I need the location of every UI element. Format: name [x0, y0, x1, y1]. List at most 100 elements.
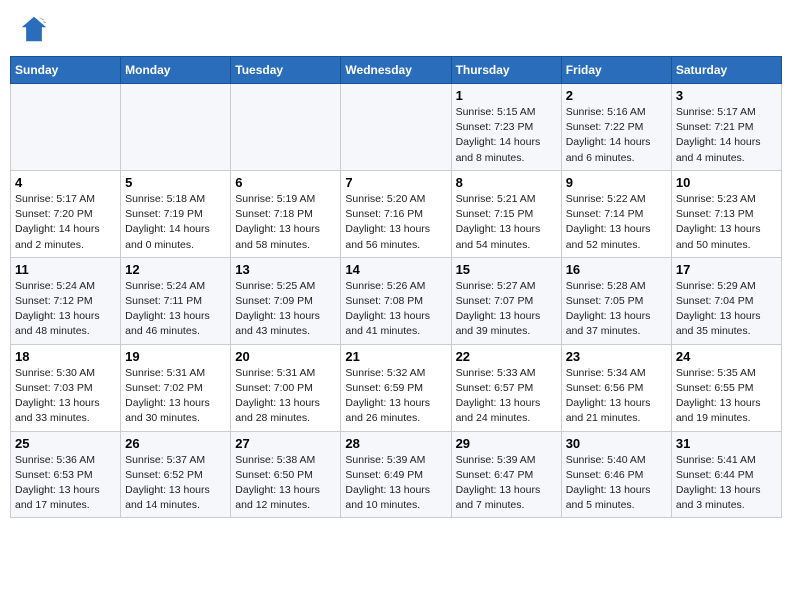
day-number: 1 — [456, 88, 557, 103]
calendar-cell: 13 Sunrise: 5:25 AM Sunset: 7:09 PM Dayli… — [231, 257, 341, 344]
calendar-cell: 29 Sunrise: 5:39 AM Sunset: 6:47 PM Dayli… — [451, 431, 561, 518]
day-info: Sunrise: 5:31 AM Sunset: 7:00 PM Dayligh… — [235, 366, 336, 427]
day-info: Sunrise: 5:28 AM Sunset: 7:05 PM Dayligh… — [566, 279, 667, 340]
day-number: 11 — [15, 262, 116, 277]
calendar-cell: 5 Sunrise: 5:18 AM Sunset: 7:19 PM Daylig… — [121, 170, 231, 257]
calendar-cell: 21Sunrise: 5:32 AM Sunset: 6:59 PM Dayli… — [341, 344, 451, 431]
day-info: Sunrise: 5:38 AM Sunset: 6:50 PM Dayligh… — [235, 453, 336, 514]
weekday-header: Monday — [121, 57, 231, 84]
day-info: Sunrise: 5:23 AM Sunset: 7:13 PM Dayligh… — [676, 192, 777, 253]
day-number: 29 — [456, 436, 557, 451]
day-info: Sunrise: 5:19 AM Sunset: 7:18 PM Dayligh… — [235, 192, 336, 253]
day-info: Sunrise: 5:18 AM Sunset: 7:19 PM Dayligh… — [125, 192, 226, 253]
day-number: 23 — [566, 349, 667, 364]
day-number: 31 — [676, 436, 777, 451]
day-number: 16 — [566, 262, 667, 277]
day-info: Sunrise: 5:21 AM Sunset: 7:15 PM Dayligh… — [456, 192, 557, 253]
logo — [20, 15, 52, 43]
calendar-cell: 17Sunrise: 5:29 AM Sunset: 7:04 PM Dayli… — [671, 257, 781, 344]
calendar-cell: 9Sunrise: 5:22 AM Sunset: 7:14 PM Daylig… — [561, 170, 671, 257]
calendar-cell — [231, 84, 341, 171]
day-info: Sunrise: 5:40 AM Sunset: 6:46 PM Dayligh… — [566, 453, 667, 514]
day-number: 3 — [676, 88, 777, 103]
calendar-cell — [341, 84, 451, 171]
day-info: Sunrise: 5:30 AM Sunset: 7:03 PM Dayligh… — [15, 366, 116, 427]
calendar-cell: 18 Sunrise: 5:30 AM Sunset: 7:03 PM Dayli… — [11, 344, 121, 431]
calendar-cell: 15 Sunrise: 5:27 AM Sunset: 7:07 PM Dayli… — [451, 257, 561, 344]
weekday-header: Friday — [561, 57, 671, 84]
calendar-cell: 6 Sunrise: 5:19 AM Sunset: 7:18 PM Daylig… — [231, 170, 341, 257]
day-info: Sunrise: 5:39 AM Sunset: 6:49 PM Dayligh… — [345, 453, 446, 514]
day-number: 2 — [566, 88, 667, 103]
calendar-cell: 30 Sunrise: 5:40 AM Sunset: 6:46 PM Dayli… — [561, 431, 671, 518]
day-number: 15 — [456, 262, 557, 277]
day-number: 14 — [345, 262, 446, 277]
calendar-week-row: 11 Sunrise: 5:24 AM Sunset: 7:12 PM Dayli… — [11, 257, 782, 344]
day-info: Sunrise: 5:37 AM Sunset: 6:52 PM Dayligh… — [125, 453, 226, 514]
day-number: 9 — [566, 175, 667, 190]
day-number: 6 — [235, 175, 336, 190]
calendar-cell: 31 Sunrise: 5:41 AM Sunset: 6:44 PM Dayli… — [671, 431, 781, 518]
calendar-cell: 10 Sunrise: 5:23 AM Sunset: 7:13 PM Dayli… — [671, 170, 781, 257]
day-number: 20 — [235, 349, 336, 364]
page-header — [10, 10, 782, 48]
weekday-header: Tuesday — [231, 57, 341, 84]
calendar-cell — [121, 84, 231, 171]
day-info: Sunrise: 5:35 AM Sunset: 6:55 PM Dayligh… — [676, 366, 777, 427]
day-info: Sunrise: 5:24 AM Sunset: 7:11 PM Dayligh… — [125, 279, 226, 340]
calendar-week-row: 25 Sunrise: 5:36 AM Sunset: 6:53 PM Dayli… — [11, 431, 782, 518]
day-number: 10 — [676, 175, 777, 190]
day-info: Sunrise: 5:27 AM Sunset: 7:07 PM Dayligh… — [456, 279, 557, 340]
calendar-cell: 12 Sunrise: 5:24 AM Sunset: 7:11 PM Dayli… — [121, 257, 231, 344]
day-info: Sunrise: 5:34 AM Sunset: 6:56 PM Dayligh… — [566, 366, 667, 427]
calendar-cell: 7Sunrise: 5:20 AM Sunset: 7:16 PM Daylig… — [341, 170, 451, 257]
day-info: Sunrise: 5:24 AM Sunset: 7:12 PM Dayligh… — [15, 279, 116, 340]
calendar-cell: 3 Sunrise: 5:17 AM Sunset: 7:21 PM Daylig… — [671, 84, 781, 171]
day-number: 24 — [676, 349, 777, 364]
day-number: 5 — [125, 175, 226, 190]
day-info: Sunrise: 5:39 AM Sunset: 6:47 PM Dayligh… — [456, 453, 557, 514]
day-number: 19 — [125, 349, 226, 364]
day-info: Sunrise: 5:41 AM Sunset: 6:44 PM Dayligh… — [676, 453, 777, 514]
calendar-cell: 24 Sunrise: 5:35 AM Sunset: 6:55 PM Dayli… — [671, 344, 781, 431]
calendar-week-row: 4 Sunrise: 5:17 AM Sunset: 7:20 PM Daylig… — [11, 170, 782, 257]
calendar-cell: 28 Sunrise: 5:39 AM Sunset: 6:49 PM Dayli… — [341, 431, 451, 518]
day-info: Sunrise: 5:31 AM Sunset: 7:02 PM Dayligh… — [125, 366, 226, 427]
calendar-week-row: 1Sunrise: 5:15 AM Sunset: 7:23 PM Daylig… — [11, 84, 782, 171]
calendar-cell: 4 Sunrise: 5:17 AM Sunset: 7:20 PM Daylig… — [11, 170, 121, 257]
logo-icon — [20, 15, 48, 43]
day-number: 27 — [235, 436, 336, 451]
day-number: 12 — [125, 262, 226, 277]
calendar-cell: 11 Sunrise: 5:24 AM Sunset: 7:12 PM Dayli… — [11, 257, 121, 344]
calendar-cell: 16 Sunrise: 5:28 AM Sunset: 7:05 PM Dayli… — [561, 257, 671, 344]
day-info: Sunrise: 5:17 AM Sunset: 7:20 PM Dayligh… — [15, 192, 116, 253]
day-number: 30 — [566, 436, 667, 451]
calendar-cell: 20 Sunrise: 5:31 AM Sunset: 7:00 PM Dayli… — [231, 344, 341, 431]
day-info: Sunrise: 5:26 AM Sunset: 7:08 PM Dayligh… — [345, 279, 446, 340]
day-info: Sunrise: 5:36 AM Sunset: 6:53 PM Dayligh… — [15, 453, 116, 514]
day-number: 13 — [235, 262, 336, 277]
calendar-cell: 8 Sunrise: 5:21 AM Sunset: 7:15 PM Daylig… — [451, 170, 561, 257]
calendar-cell: 27 Sunrise: 5:38 AM Sunset: 6:50 PM Dayli… — [231, 431, 341, 518]
calendar-cell — [11, 84, 121, 171]
calendar-cell: 14 Sunrise: 5:26 AM Sunset: 7:08 PM Dayli… — [341, 257, 451, 344]
calendar-week-row: 18 Sunrise: 5:30 AM Sunset: 7:03 PM Dayli… — [11, 344, 782, 431]
day-number: 4 — [15, 175, 116, 190]
day-number: 28 — [345, 436, 446, 451]
day-number: 18 — [15, 349, 116, 364]
calendar-cell: 23 Sunrise: 5:34 AM Sunset: 6:56 PM Dayli… — [561, 344, 671, 431]
day-number: 8 — [456, 175, 557, 190]
day-number: 22 — [456, 349, 557, 364]
weekday-header: Sunday — [11, 57, 121, 84]
calendar-table: SundayMondayTuesdayWednesdayThursdayFrid… — [10, 56, 782, 518]
day-info: Sunrise: 5:33 AM Sunset: 6:57 PM Dayligh… — [456, 366, 557, 427]
day-info: Sunrise: 5:25 AM Sunset: 7:09 PM Dayligh… — [235, 279, 336, 340]
calendar-cell: 19 Sunrise: 5:31 AM Sunset: 7:02 PM Dayli… — [121, 344, 231, 431]
weekday-header: Saturday — [671, 57, 781, 84]
calendar-cell: 25 Sunrise: 5:36 AM Sunset: 6:53 PM Dayli… — [11, 431, 121, 518]
day-info: Sunrise: 5:16 AM Sunset: 7:22 PM Dayligh… — [566, 105, 667, 166]
day-number: 26 — [125, 436, 226, 451]
calendar-cell: 22 Sunrise: 5:33 AM Sunset: 6:57 PM Dayli… — [451, 344, 561, 431]
day-info: Sunrise: 5:17 AM Sunset: 7:21 PM Dayligh… — [676, 105, 777, 166]
day-number: 25 — [15, 436, 116, 451]
